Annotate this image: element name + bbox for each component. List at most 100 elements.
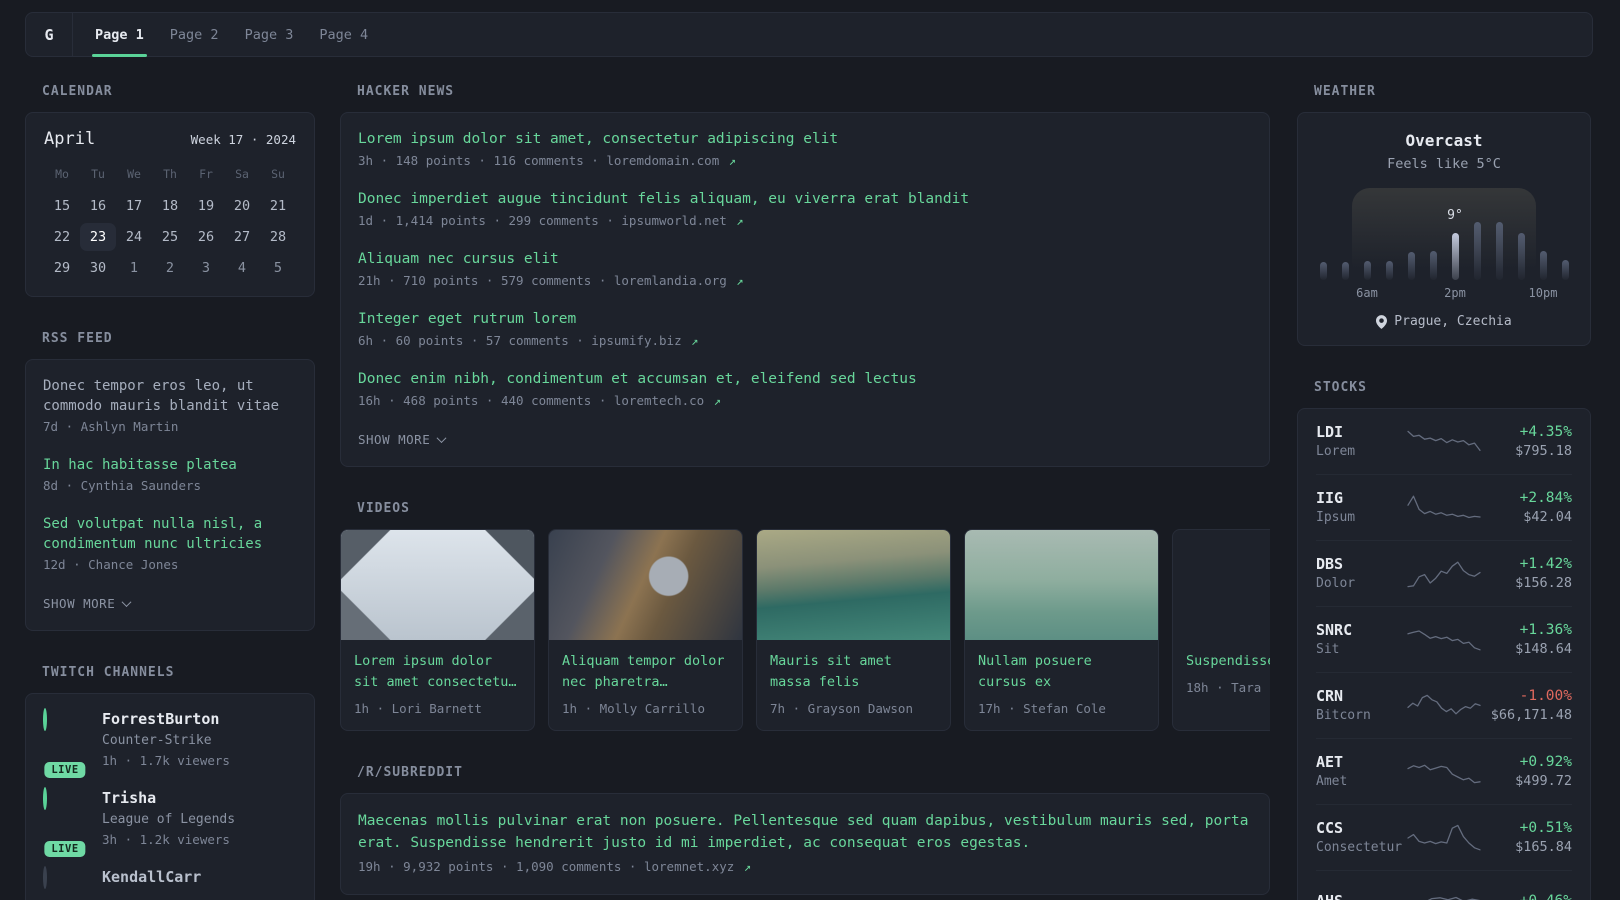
post-title: Maecenas mollis pulvinar erat non posuer…	[358, 813, 1249, 851]
story-title: Aliquam nec cursus elit	[358, 251, 559, 267]
stock-name: Lorem	[1316, 444, 1356, 459]
video-title: Nullam posuere cursus ex	[978, 653, 1092, 690]
stock-change: +1.36%	[1519, 622, 1572, 638]
stock-sparkline	[1407, 495, 1481, 518]
stock-sparkline	[1407, 561, 1481, 587]
reddit-post[interactable]: Maecenas mollis pulvinar erat non posuer…	[358, 810, 1252, 876]
stock-row[interactable]: IIG Ipsum +2.84% $42.04	[1316, 474, 1572, 540]
rss-item[interactable]: Donec tempor eros leo, ut commodo mauris…	[43, 376, 297, 436]
stock-row[interactable]: AHS +0.46%	[1316, 870, 1572, 900]
stock-row[interactable]: CCS Consectetur +0.51% $165.84	[1316, 804, 1572, 870]
hacker-news-story[interactable]: Integer eget rutrum lorem 6h · 60 points…	[358, 309, 1252, 350]
story-meta: 21h · 710 points · 579 comments · loreml…	[358, 273, 744, 288]
location-pin-icon	[1376, 314, 1388, 329]
weather-hourly-chart: 9°	[1316, 188, 1572, 280]
weather-bar	[1473, 222, 1481, 280]
rss-item[interactable]: In hac habitasse platea 8d · Cynthia Sau…	[43, 455, 297, 495]
hacker-news-story[interactable]: Donec imperdiet augue tincidunt felis al…	[358, 189, 1252, 230]
stock-ticker: SNRC	[1316, 621, 1353, 639]
stock-row[interactable]: AET Amet +0.92% $499.72	[1316, 738, 1572, 804]
stock-name: Amet	[1316, 774, 1348, 789]
video-card[interactable]: Aliquam tempor dolor nec pharetra… 1h · …	[548, 529, 743, 731]
rss-item-meta: 8d · Cynthia Saunders	[43, 478, 202, 493]
nav-tab[interactable]: Page 3	[232, 13, 307, 56]
weather-bar-now	[1451, 233, 1459, 280]
weather-bar	[1319, 262, 1327, 280]
twitch-channel[interactable]: LIVE KendallCarr	[43, 866, 297, 889]
stock-row[interactable]: CRN Bitcorn -1.00% $66,171.48	[1316, 672, 1572, 738]
stocks-widget: STOCKS LDI Lorem +4.35% $795.18 IIG Ipsu…	[1297, 380, 1591, 900]
dashboard-page: G Page 1 Page 2 Page 3 Page 4 CALENDAR Apri…	[0, 0, 1620, 900]
calendar-day: 29	[53, 260, 71, 276]
weather-bar	[1385, 261, 1393, 280]
app-logo[interactable]: G	[26, 13, 73, 56]
twitch-channel[interactable]: LIVE ForrestBurton Counter-Strike 1h · 1…	[43, 708, 297, 778]
calendar-day: 17	[125, 198, 143, 214]
video-thumbnail	[965, 530, 1158, 640]
weather-now-temp: 9°	[1447, 208, 1463, 223]
calendar-day: 30	[89, 260, 107, 276]
story-title: Integer eget rutrum lorem	[358, 311, 577, 327]
nav-tab[interactable]: Page 4	[306, 13, 381, 56]
stock-sparkline	[1407, 694, 1481, 714]
calendar-day: 2	[165, 260, 175, 276]
stock-change: +4.35%	[1519, 424, 1572, 440]
stock-row[interactable]: LDI Lorem +4.35% $795.18	[1316, 409, 1572, 474]
stock-change: +1.42%	[1519, 556, 1572, 572]
stock-row[interactable]: SNRC Sit +1.36% $148.64	[1316, 606, 1572, 672]
stock-price: $795.18	[1515, 443, 1572, 459]
video-card[interactable]: Mauris sit amet massa felis 7h · Grayson…	[756, 529, 951, 731]
stock-name: Sit	[1316, 642, 1340, 657]
stock-ticker: CCS	[1316, 819, 1344, 837]
weather-time-label: 6am	[1356, 286, 1378, 300]
calendar-day: 23	[80, 223, 116, 251]
stock-sparkline	[1415, 896, 1481, 900]
channel-name: ForrestBurton	[102, 710, 220, 728]
weather-bar	[1407, 252, 1415, 280]
hacker-news-story[interactable]: Aliquam nec cursus elit 21h · 710 points…	[358, 249, 1252, 290]
calendar-day: 4	[237, 260, 247, 276]
calendar-day: 18	[161, 198, 179, 214]
nav-tab[interactable]: Page 1	[82, 13, 157, 57]
hn-show-more-button[interactable]: SHOW MORE	[358, 432, 447, 447]
stock-change: +2.84%	[1519, 490, 1572, 506]
video-card[interactable]: Suspendisse diam 18h · Tara	[1172, 529, 1270, 731]
calendar-day: 16	[89, 198, 107, 214]
story-title: Donec enim nibh, condimentum et accumsan…	[358, 371, 917, 387]
stock-sparkline	[1407, 629, 1481, 650]
hacker-news-story[interactable]: Donec enim nibh, condimentum et accumsan…	[358, 369, 1252, 410]
calendar-day: 15	[53, 198, 71, 214]
twitch-channel[interactable]: LIVE Trisha League of Legends 3h · 1.2k …	[43, 787, 297, 857]
live-badge: LIVE	[44, 762, 86, 778]
show-more-label: SHOW MORE	[43, 596, 116, 611]
stock-ticker: IIG	[1316, 489, 1344, 507]
nav-tab[interactable]: Page 2	[157, 13, 232, 56]
video-thumbnail	[549, 530, 742, 640]
video-meta: 18h · Tara	[1186, 680, 1262, 695]
calendar-section-label: CALENDAR	[42, 84, 113, 99]
channel-viewers: 1h · 1.7k viewers	[102, 753, 230, 768]
video-card[interactable]: Nullam posuere cursus ex 17h · Stefan Co…	[964, 529, 1159, 731]
stock-change: -1.00%	[1519, 688, 1572, 704]
calendar-day-name: Sa	[235, 167, 249, 181]
calendar-day-name: Fr	[199, 167, 213, 181]
weather-bar	[1539, 251, 1547, 280]
weather-bar	[1341, 262, 1349, 280]
rss-item[interactable]: Sed volutpat nulla nisl, a condimentum n…	[43, 514, 297, 574]
weather-bar	[1363, 261, 1371, 280]
live-badge: LIVE	[44, 841, 86, 857]
weather-time-axis: 6am 2pm 10pm	[1316, 286, 1572, 302]
video-card[interactable]: Lorem ipsum dolor sit amet consectetu… 1…	[340, 529, 535, 731]
rss-show-more-button[interactable]: SHOW MORE	[43, 596, 132, 611]
avatar: LIVE	[43, 866, 87, 889]
stock-price: $165.84	[1515, 839, 1572, 855]
video-meta: 17h · Stefan Cole	[978, 701, 1106, 716]
hacker-news-story[interactable]: Lorem ipsum dolor sit amet, consectetur …	[358, 129, 1252, 170]
subreddit-section-label: /R/SUBREDDIT	[357, 765, 463, 780]
stock-row[interactable]: DBS Dolor +1.42% $156.28	[1316, 540, 1572, 606]
avatar: LIVE	[43, 787, 87, 857]
calendar-month: April	[44, 129, 96, 149]
twitch-section-label: TWITCH CHANNELS	[42, 665, 175, 680]
calendar-day-name: Su	[271, 167, 285, 181]
right-column: WEATHER Overcast Feels like 5°C 9° 6am 2p…	[1297, 84, 1591, 900]
